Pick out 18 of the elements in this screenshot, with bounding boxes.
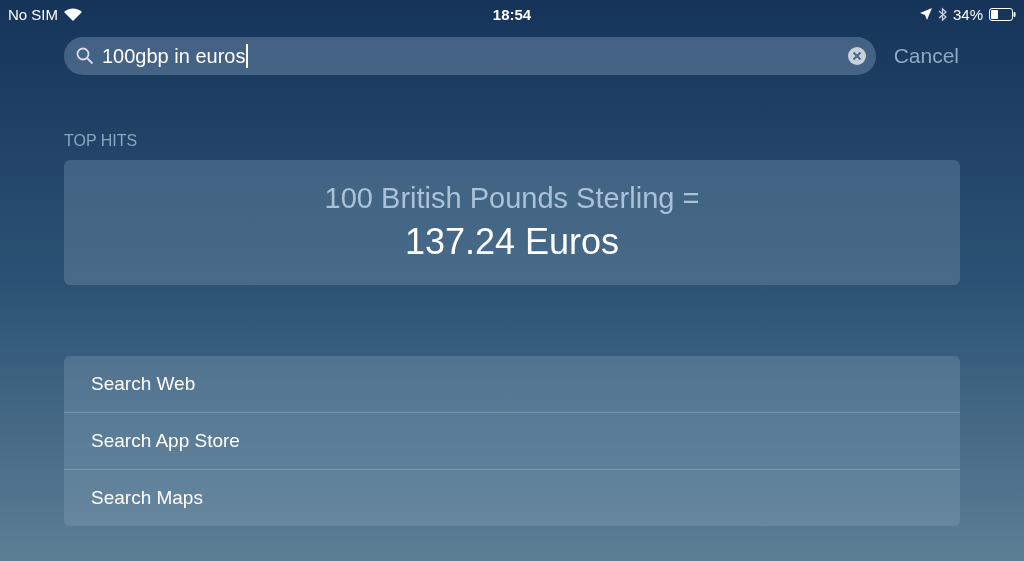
suggestion-item[interactable]: Search App Store — [64, 412, 960, 469]
conversion-text: 100 British Pounds Sterling = — [324, 182, 700, 215]
search-field[interactable]: 100gbp in euros — [64, 37, 876, 75]
section-heading: TOP HITS — [64, 132, 139, 151]
search-icon — [76, 47, 94, 65]
wifi-icon — [64, 7, 82, 21]
location-arrow-icon — [919, 8, 932, 20]
bluetooth-icon — [937, 6, 947, 22]
cancel-button[interactable]: Cancel — [892, 44, 960, 68]
battery-percentage: 34% — [952, 5, 983, 23]
battery-icon — [989, 7, 1016, 21]
search-query: 100gbp in euros — [102, 44, 246, 68]
clock-time: 18:54 — [492, 5, 532, 23]
carrier-label: No SIM — [8, 5, 58, 23]
conversion-result: 137.24 Euros — [404, 221, 620, 263]
suggestion-item[interactable]: Search Web — [64, 356, 960, 412]
suggestion-item[interactable]: Search Maps — [64, 469, 960, 526]
clear-icon[interactable] — [847, 47, 866, 65]
